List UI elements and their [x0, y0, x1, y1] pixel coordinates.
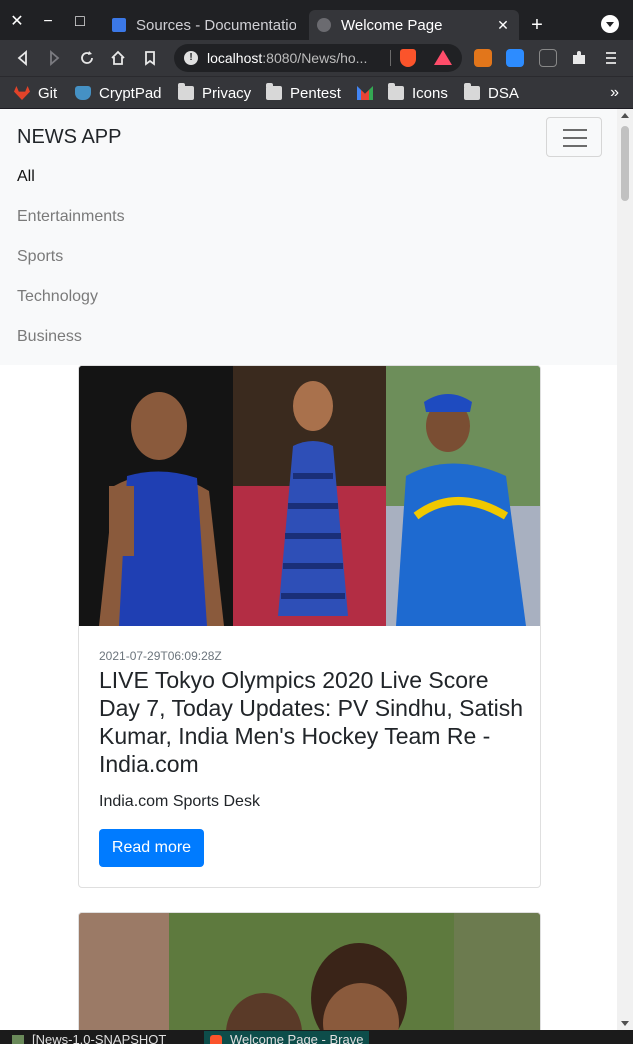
window-minimize-button[interactable]: − [36, 10, 60, 34]
address-divider [390, 50, 391, 66]
page-scrollbar[interactable] [617, 109, 633, 1030]
globe-icon [317, 18, 331, 32]
bookmark-label: Git [38, 84, 58, 102]
athlete-photo-archer [386, 366, 540, 626]
browser-window: ✕ − □ Sources - Documentation Welcome Pa… [0, 0, 633, 1044]
athlete-photo-badminton [232, 366, 387, 626]
bookmark-folder-privacy[interactable]: Privacy [178, 83, 251, 103]
scroll-down-icon[interactable] [621, 1021, 629, 1026]
bookmark-label: CryptPad [99, 84, 162, 102]
hamburger-bar [563, 129, 587, 131]
url-path: :8080/News/ho... [262, 50, 368, 66]
tab-label: Sources - Documentation [136, 16, 296, 34]
bookmark-icon[interactable] [140, 48, 160, 68]
taskbar-item-news-snapshot[interactable]: [News-1.0-SNAPSHOT [12, 1031, 166, 1044]
navbar-toggler-button[interactable] [546, 117, 602, 157]
extensions-puzzle-icon[interactable] [569, 48, 589, 68]
brave-icon [210, 1034, 222, 1044]
tab-welcome-page[interactable]: Welcome Page ✕ [309, 10, 519, 40]
url-text[interactable]: localhost:8080/News/ho... [207, 50, 377, 66]
read-more-button[interactable]: Read more [99, 829, 204, 867]
page-viewport: NEWS APP All Entertainments Sports Techn… [0, 109, 617, 1030]
athlete-photo-boxer [79, 366, 233, 626]
article-date: 2021-07-29T06:09:28Z [99, 649, 222, 663]
folder-icon [388, 83, 404, 100]
window-close-button[interactable]: ✕ [5, 10, 29, 34]
nav-link-entertainments[interactable]: Entertainments [17, 208, 125, 226]
home-icon[interactable] [108, 48, 128, 68]
gmail-icon [357, 86, 373, 100]
bookmarks-bar: Git CryptPad Privacy Pentest Icons DSA » [0, 76, 633, 108]
bookmark-folder-icons[interactable]: Icons [388, 83, 448, 103]
news-card: 2021-07-29T06:09:28Z LIVE Tokyo Olympics… [78, 365, 541, 888]
bookmark-folder-pentest[interactable]: Pentest [266, 83, 341, 103]
scroll-up-icon[interactable] [621, 113, 629, 118]
metamask-extension-icon[interactable] [474, 49, 492, 67]
gitlab-icon [14, 86, 30, 100]
app-icon [12, 1034, 24, 1044]
tab-search-icon[interactable] [601, 15, 619, 33]
cryptpad-icon [75, 86, 91, 100]
bookmark-git[interactable]: Git [14, 83, 57, 103]
news-card-image [79, 913, 540, 1030]
article-source: India.com Sports Desk [99, 793, 260, 810]
back-icon[interactable] [13, 48, 33, 68]
tab-close-icon[interactable]: ✕ [495, 17, 511, 34]
url-host: localhost [207, 50, 263, 66]
folder-icon [266, 83, 282, 100]
os-taskbar: [News-1.0-SNAPSHOT Welcome Page - Brave [0, 1030, 633, 1044]
article-title: LIVE Tokyo Olympics 2020 Live Score Day … [99, 667, 524, 777]
browser-toolbar: ! localhost:8080/News/ho... [0, 40, 633, 76]
nav-link-all[interactable]: All [17, 168, 35, 186]
folder-icon [178, 83, 194, 100]
reload-icon[interactable] [77, 48, 97, 68]
bookmark-gmail[interactable] [357, 83, 381, 103]
extension-icon[interactable] [539, 49, 557, 67]
bookmark-label: Privacy [202, 84, 252, 102]
address-bar[interactable]: ! localhost:8080/News/ho... [174, 44, 462, 72]
hamburger-bar [563, 137, 587, 139]
bookmark-label: Pentest [290, 84, 341, 102]
nav-link-sports[interactable]: Sports [17, 248, 63, 266]
brave-shields-icon[interactable] [400, 49, 416, 67]
taskbar-label: [News-1.0-SNAPSHOT [32, 1032, 167, 1044]
docs-favicon-icon [112, 18, 126, 32]
taskbar-label: Welcome Page - Brave [230, 1032, 364, 1044]
brave-rewards-icon[interactable] [434, 50, 452, 65]
folder-icon [464, 83, 480, 100]
forward-icon[interactable] [44, 48, 64, 68]
scrollbar-thumb[interactable] [621, 126, 629, 201]
taskbar-item-welcome-page[interactable]: Welcome Page - Brave [204, 1031, 370, 1044]
nav-link-technology[interactable]: Technology [17, 288, 98, 306]
tab-label: Welcome Page [341, 16, 443, 34]
tab-sources-documentation[interactable]: Sources - Documentation [104, 10, 304, 40]
zoom-extension-icon[interactable] [506, 49, 524, 67]
new-tab-button[interactable]: + [525, 13, 549, 37]
site-navbar: NEWS APP All Entertainments Sports Techn… [0, 109, 617, 365]
bookmark-folder-dsa[interactable]: DSA [464, 83, 519, 103]
bookmark-label: DSA [488, 84, 519, 102]
bookmark-cryptpad[interactable]: CryptPad [75, 83, 162, 103]
news-card-image [79, 366, 540, 626]
site-info-icon[interactable]: ! [184, 51, 198, 65]
bookmarks-overflow-button[interactable]: » [610, 84, 619, 102]
hamburger-bar [563, 145, 587, 147]
window-maximize-button[interactable]: □ [68, 10, 92, 34]
navbar-brand[interactable]: NEWS APP [17, 126, 121, 149]
bookmark-label: Icons [412, 84, 448, 102]
news-card [78, 912, 541, 1030]
nav-link-business[interactable]: Business [17, 328, 82, 346]
menu-icon[interactable] [601, 48, 621, 68]
